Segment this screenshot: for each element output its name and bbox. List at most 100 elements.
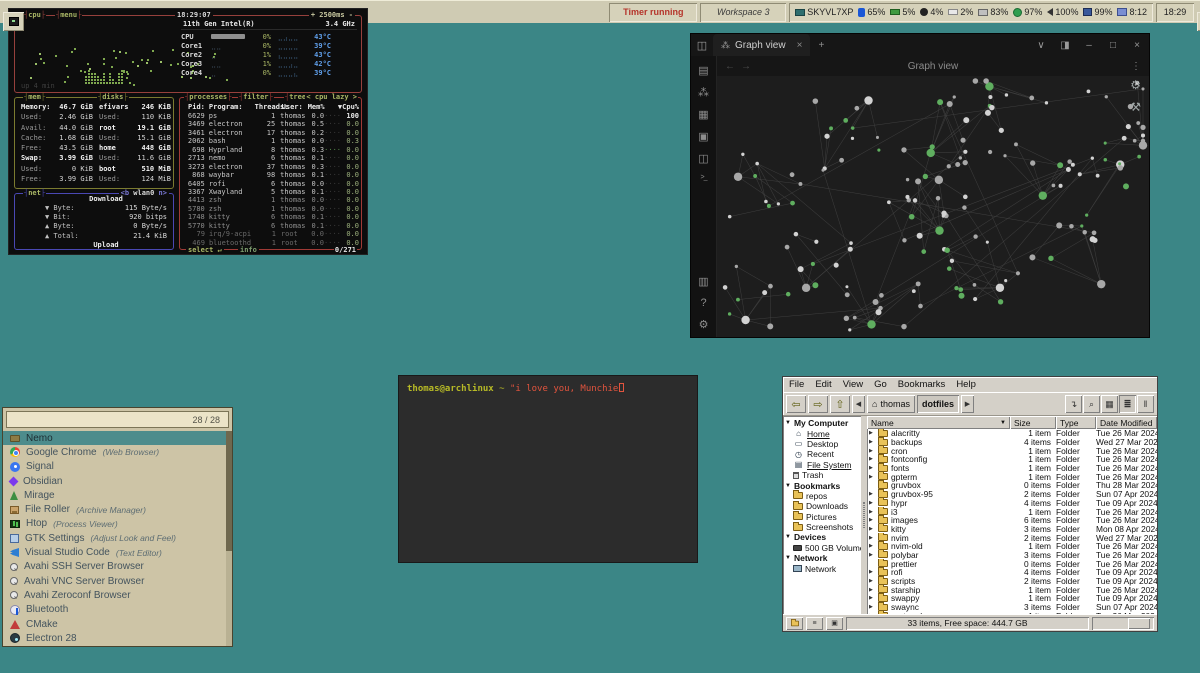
tray-battery[interactable]: 5%	[890, 7, 915, 17]
templates-icon[interactable]: ◫	[698, 152, 708, 165]
graph-node[interactable]	[1141, 139, 1145, 143]
graph-node[interactable]	[950, 259, 954, 263]
more-options-icon[interactable]: ⋮	[1131, 61, 1141, 72]
forward-button[interactable]: ⇨	[808, 395, 828, 413]
graph-node[interactable]	[1014, 142, 1018, 146]
launcher-item-obsidian[interactable]: Obsidian	[3, 474, 226, 488]
graph-node[interactable]	[1066, 167, 1071, 172]
help-icon[interactable]: ?	[700, 297, 706, 309]
expander-icon[interactable]: ▶	[869, 587, 875, 593]
graph-node[interactable]	[786, 292, 791, 297]
graph-node[interactable]	[1080, 224, 1083, 227]
graph-node[interactable]	[1123, 183, 1129, 189]
graph-node[interactable]	[1071, 163, 1075, 167]
places-toggle-button[interactable]	[786, 617, 803, 630]
find-icon[interactable]: ⌕	[1083, 395, 1100, 413]
vault-switcher-icon[interactable]: ▥	[698, 275, 708, 288]
expander-icon[interactable]: ▶	[869, 526, 875, 532]
sidebar-item-home[interactable]: ⌂Home	[785, 428, 861, 438]
graph-node[interactable]	[1087, 89, 1091, 93]
graph-node[interactable]	[1140, 125, 1145, 130]
tray-bluetooth[interactable]: 65%	[858, 7, 885, 17]
graph-node[interactable]	[768, 284, 773, 289]
expander-icon[interactable]: ▶	[869, 595, 875, 601]
graph-node[interactable]	[1045, 101, 1048, 104]
graph-node[interactable]	[959, 293, 965, 299]
graph-view-icon[interactable]: ⁂	[698, 86, 709, 99]
graph-node[interactable]	[1122, 136, 1127, 141]
sidebar-item-network[interactable]: Network	[785, 563, 861, 573]
sidebar-section-devices[interactable]: ▼Devices	[785, 532, 861, 542]
graph-node[interactable]	[947, 266, 952, 271]
graph-node[interactable]	[916, 281, 921, 286]
expander-icon[interactable]: ▶	[869, 465, 875, 471]
launcher-item-nemo[interactable]: Nemo	[3, 431, 226, 445]
graph-node[interactable]	[988, 150, 992, 154]
graph-node[interactable]	[944, 247, 950, 253]
graph-node[interactable]	[963, 195, 968, 200]
graph-node[interactable]	[824, 134, 829, 139]
graph-node[interactable]	[1005, 93, 1008, 96]
graph-node[interactable]	[848, 328, 851, 331]
graph-node[interactable]	[909, 214, 915, 220]
graph-node[interactable]	[853, 316, 857, 320]
process-row[interactable]: 3461electron17thomas0.2····0.0	[180, 129, 361, 137]
graph-node[interactable]	[996, 284, 1004, 292]
file-row-systemd[interactable]: ▶systemd1 itemFolderTue 26 Mar 2024 18:0…	[867, 611, 1157, 614]
graph-node[interactable]	[906, 178, 909, 181]
graph-node[interactable]	[767, 323, 773, 329]
graph-node[interactable]	[941, 211, 946, 216]
daily-note-icon[interactable]: ▣	[698, 130, 708, 143]
clock[interactable]: 18:29	[1156, 3, 1194, 22]
sidebar-item-trash[interactable]: Trash	[785, 470, 861, 480]
expander-icon[interactable]: ▶	[869, 509, 875, 515]
dual-pane-button[interactable]: ‖	[1137, 395, 1154, 413]
launcher-item-google-chrome[interactable]: Google Chrome(Web Browser)	[3, 445, 226, 459]
launcher-item-signal[interactable]: Signal	[3, 460, 226, 474]
sidebar-item-pictures[interactable]: Pictures	[785, 512, 861, 522]
graph-node[interactable]	[848, 247, 853, 252]
graph-node[interactable]	[821, 169, 824, 172]
graph-node[interactable]	[728, 312, 731, 315]
graph-node[interactable]	[998, 299, 1003, 304]
graph-node[interactable]	[755, 162, 759, 166]
breadcrumb-thomas[interactable]: ⌂thomas	[867, 395, 915, 413]
graph-node[interactable]	[867, 320, 875, 328]
workspace-indicator[interactable]: Workspace 3	[700, 3, 786, 22]
expander-icon[interactable]: ▶	[869, 613, 875, 614]
graph-node[interactable]	[935, 226, 943, 234]
process-row[interactable]: 5770kitty6thomas0.1····0.0	[180, 222, 361, 230]
sidebar-item-500-gb-volume[interactable]: 500 GB Volume	[785, 543, 861, 553]
menu-go[interactable]: Go	[874, 379, 887, 390]
graph-node[interactable]	[864, 96, 872, 104]
graph-node[interactable]	[1118, 162, 1121, 165]
up-button[interactable]: ⇧	[830, 395, 850, 413]
graph-node[interactable]	[1104, 142, 1107, 145]
graph-node[interactable]	[845, 292, 850, 297]
btop-tab-cpu-lazy[interactable]: < cpu lazy >	[305, 93, 358, 101]
close-button[interactable]: ×	[1125, 40, 1149, 51]
graph-node[interactable]	[873, 299, 879, 305]
graph-node[interactable]	[1030, 160, 1035, 165]
graph-node[interactable]	[973, 78, 979, 84]
graph-node[interactable]	[1092, 230, 1097, 235]
graph-node[interactable]	[1085, 214, 1088, 217]
graph-canvas[interactable]: ⚙ ⚒	[717, 76, 1149, 337]
menu-file[interactable]: File	[789, 379, 804, 390]
graph-node[interactable]	[1048, 256, 1053, 261]
column-header-type[interactable]: Type	[1056, 416, 1096, 429]
sidebar-item-screenshots[interactable]: Screenshots	[785, 522, 861, 532]
tray-globe[interactable]: 97%	[1013, 7, 1042, 17]
graph-node[interactable]	[741, 153, 744, 156]
expander-icon[interactable]: ▶	[869, 474, 875, 480]
process-row[interactable]: 698Hyprland8thomas0.3····0.0	[180, 146, 361, 154]
graph-node[interactable]	[960, 138, 965, 143]
process-row[interactable]: 6405rofi6thomas0.0····0.0	[180, 180, 361, 188]
graph-node[interactable]	[753, 174, 757, 178]
graph-node[interactable]	[988, 95, 992, 99]
graph-node[interactable]	[813, 98, 819, 104]
process-row[interactable]: 2062bash1thomas0.0····0.3	[180, 137, 361, 145]
expander-icon[interactable]: ▶	[869, 604, 875, 610]
graph-node[interactable]	[1141, 133, 1145, 137]
sidebar-item-file-system[interactable]: ▤File System	[785, 460, 861, 470]
